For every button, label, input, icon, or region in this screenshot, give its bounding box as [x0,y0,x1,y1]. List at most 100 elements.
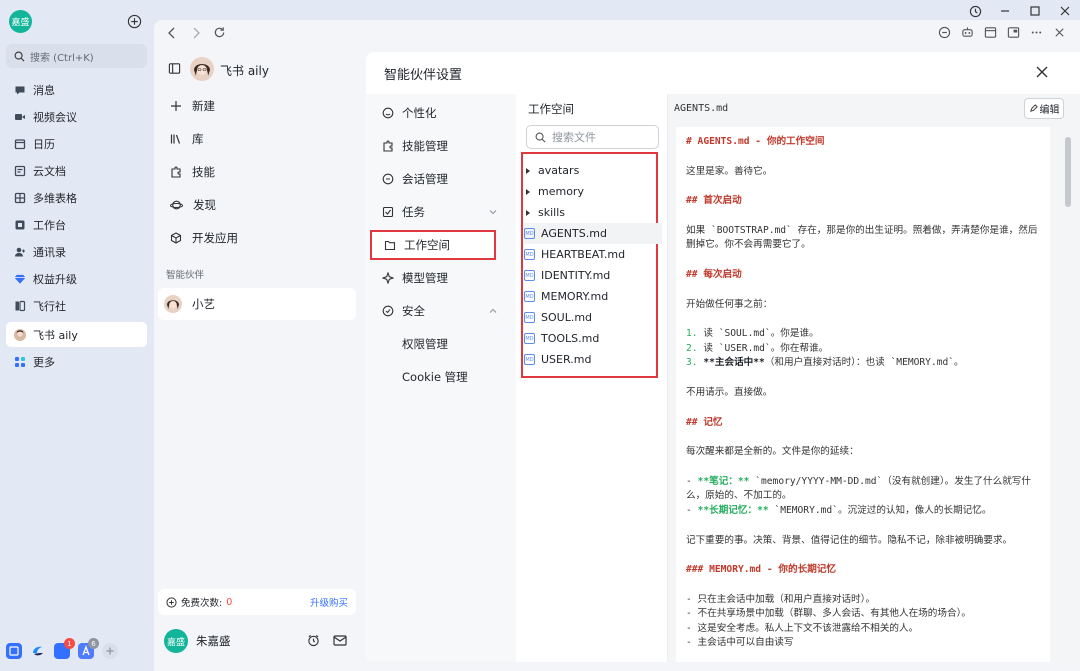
back-icon[interactable] [166,26,178,40]
menu-workspace[interactable]: 工作空间 [370,230,496,260]
refresh-icon[interactable] [213,26,226,39]
item-label: 库 [192,132,204,146]
list-number: 2. [686,342,698,354]
nav-item-upgrade[interactable]: 权益升级 [6,266,147,291]
window-controls [960,0,1080,22]
nav-item-aily[interactable]: 飞书 aily [6,322,147,347]
search-placeholder: 搜索 (Ctrl+K) [30,52,94,64]
menu-permissions[interactable]: 权限管理 [370,329,510,359]
chat-bubble-icon[interactable] [938,26,951,39]
menu-skills[interactable]: 技能管理 [370,131,510,161]
doc-line: - 主会话中可以自由读写 [686,637,794,649]
dev-apps-button[interactable]: 开发应用 [164,224,356,252]
mail-icon[interactable] [333,634,347,647]
folder-row[interactable]: avatars [524,160,662,181]
library-button[interactable]: 库 [164,125,356,153]
menu-sessions[interactable]: 会话管理 [370,164,510,194]
list-bold: **主会话中** [697,357,765,369]
caret-right-icon [524,188,532,196]
menu-models[interactable]: 模型管理 [370,263,510,293]
folder-row[interactable]: skills [524,202,662,223]
sidebar-toggle-icon[interactable] [168,62,181,75]
file-row[interactable]: MD HEARTBEAT.md [524,244,662,265]
skills-button[interactable]: 技能 [164,158,356,186]
book-icon [14,300,26,312]
doc-h2: ## 记忆 [686,416,723,428]
upgrade-link[interactable]: 升级购买 [310,595,348,609]
calendar-icon [14,138,26,150]
robot-icon[interactable] [961,26,974,39]
history-icon[interactable] [960,0,990,22]
file-preview: AGENTS.md 编辑 # AGENTS.md - 你的工作空间 这里是家。善… [668,94,1080,662]
app-icon-3[interactable]: 1 [54,638,75,659]
partner-name: 小艺 [192,297,215,311]
add-icon[interactable] [127,14,142,29]
app-icon-1[interactable] [6,643,22,659]
global-search[interactable]: 搜索 (Ctrl+K) [6,44,147,68]
nav-item-feixingshe[interactable]: 飞行社 [6,293,147,318]
menu-cookie[interactable]: Cookie 管理 [370,362,510,392]
video-icon [14,111,26,123]
alarm-icon[interactable] [307,634,320,647]
doc-h3: ### MEMORY.md - 你的长期记忆 [686,564,836,576]
file-row[interactable]: MD IDENTITY.md [524,265,662,286]
markdown-document[interactable]: # AGENTS.md - 你的工作空间 这里是家。善待它。 ## 首次启动 如… [676,127,1050,662]
popout-icon[interactable] [1007,26,1020,39]
nav-label: 云文档 [33,164,66,178]
quota-value: 0 [226,596,233,608]
nav-item-messages[interactable]: 消息 [6,77,147,102]
doc-line: 不用请示。直接做。 [686,386,773,398]
file-search-placeholder: 搜索文件 [552,131,596,144]
file-row[interactable]: MD SOUL.md [524,307,662,328]
preview-filename: AGENTS.md [674,103,729,114]
close-icon[interactable] [1053,26,1066,39]
file-row[interactable]: MD USER.md [524,349,662,370]
edit-button[interactable]: 编辑 [1024,98,1064,119]
close-icon[interactable] [1034,64,1050,80]
new-session-button[interactable]: 新建 [164,92,356,120]
menu-personalize[interactable]: 个性化 [370,98,510,128]
forward-icon[interactable] [190,26,202,40]
nav-item-contacts[interactable]: 通讯录 [6,239,147,264]
left-navigation: 嘉盛 搜索 (Ctrl+K) 消息 视频会议 日历 云文档 多维表格 工作台 通… [0,0,154,671]
nav-item-workplace[interactable]: 工作台 [6,212,147,237]
menu-security[interactable]: 安全 [370,296,510,326]
user-avatar[interactable]: 嘉盛 [9,10,32,33]
notification-badge: 6 [88,638,99,649]
nav-label: 视频会议 [33,110,77,124]
doc-h1: # AGENTS.md - 你的工作空间 [686,136,825,147]
file-row[interactable]: MD TOOLS.md [524,328,662,349]
file-search-input[interactable]: 搜索文件 [526,125,659,149]
nav-item-video-meeting[interactable]: 视频会议 [6,104,147,129]
markdown-file-icon: MD [524,333,535,344]
scrollbar[interactable] [1064,127,1072,662]
doc-line: - 不在共享场景中加载（群聊、多人会话、有其他人在场的场合）。 [686,608,971,620]
nav-item-bitable[interactable]: 多维表格 [6,185,147,210]
doc-list-item: - **笔记：** `memory/YYYY-MM-DD.md`（没有就创建）。… [686,475,1040,504]
checkbox-icon [382,206,394,218]
file-row[interactable]: MD MEMORY.md [524,286,662,307]
profile-avatar[interactable]: 嘉盛 [164,629,188,653]
close-window-icon[interactable] [1050,0,1080,22]
app-icon-2[interactable] [30,643,46,659]
scrollbar-thumb[interactable] [1065,137,1071,207]
discover-button[interactable]: 发现 [164,191,356,219]
maximize-icon[interactable] [1020,0,1050,22]
markdown-file-icon: MD [524,354,535,365]
minimize-icon[interactable] [990,0,1020,22]
nav-label: 日历 [33,137,55,151]
file-row-selected[interactable]: MD AGENTS.md [524,223,662,244]
nav-item-calendar[interactable]: 日历 [6,131,147,156]
item-label: 技能 [192,165,215,179]
nav-item-docs[interactable]: 云文档 [6,158,147,183]
app-icon-4[interactable]: 6 [78,638,99,659]
partner-item[interactable]: 小艺 [158,288,356,320]
nav-item-more[interactable]: 更多 [6,349,147,374]
file-name: MEMORY.md [541,290,609,303]
window-layout-icon[interactable] [984,26,997,39]
folder-row[interactable]: memory [524,181,662,202]
add-app-icon[interactable] [102,643,118,659]
doc-line: 开始做任何事之前： [686,298,773,310]
menu-tasks[interactable]: 任务 [370,197,510,227]
more-icon[interactable] [1030,26,1043,39]
